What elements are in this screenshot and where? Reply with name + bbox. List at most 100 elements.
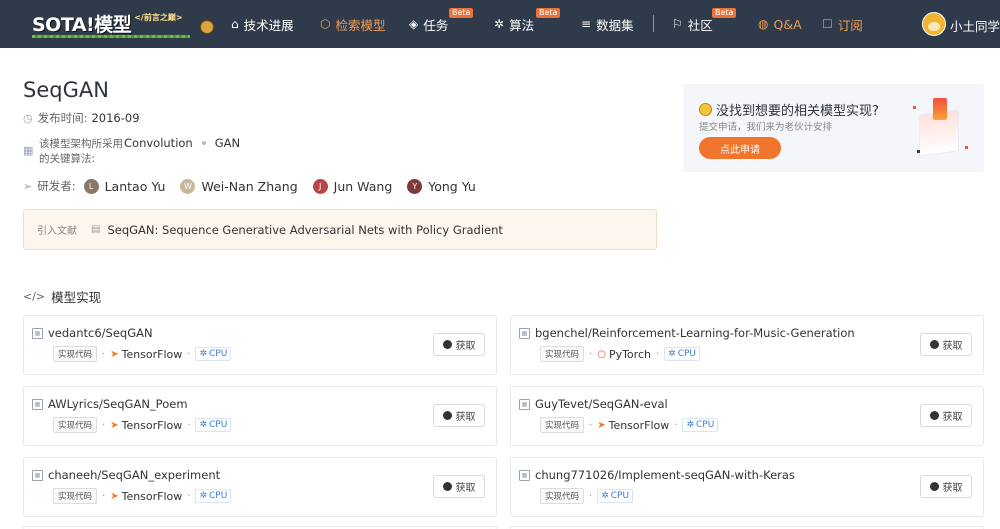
shield-icon: ◍: [758, 17, 769, 31]
framework: ➤ TensorFlow: [597, 419, 669, 432]
logo-tagline: </前言之巅>: [134, 12, 183, 22]
get-label: 获取: [942, 341, 963, 352]
algo-tags: Convolution GAN: [124, 136, 240, 150]
citation-link[interactable]: SeqGAN: Sequence Generative Adversarial …: [107, 223, 502, 237]
authors-row: ➢ 研发者: L Lantao Yu W Wei-Nan Zhang J Jun…: [23, 178, 491, 194]
github-icon: [929, 411, 939, 420]
repo-card[interactable]: ▦ GuyTevet/SeqGAN-eval 实现代码 · ➤ TensorFlo…: [510, 386, 984, 446]
get-button[interactable]: 获取: [920, 333, 972, 356]
nav-tech-progress[interactable]: ⌂ 技术进展: [231, 15, 294, 33]
logo-text: SOTA!模型: [32, 13, 132, 36]
framework: ○ PyTorch: [597, 348, 651, 361]
cpu-label: CPU: [209, 349, 228, 359]
author[interactable]: L Lantao Yu: [83, 178, 166, 194]
repo-name[interactable]: bgenchel/Reinforcement-Learning-for-Musi…: [535, 326, 855, 340]
beta-badge: Beta: [449, 8, 474, 18]
framework: ➤ TensorFlow: [110, 419, 182, 432]
nav-algorithms[interactable]: ✲ 算法 Beta: [494, 8, 561, 33]
repo-name[interactable]: vedantc6/SeqGAN: [48, 326, 153, 340]
spark-decoration: [917, 150, 920, 153]
repo-card[interactable]: ▦ bgenchel/Reinforcement-Learning-for-Mu…: [510, 315, 984, 375]
page-title: SeqGAN: [23, 78, 109, 102]
algo-label: 该模型架构所采用的关键算法:: [39, 138, 123, 165]
chip-icon: ✲: [668, 349, 676, 359]
separator-dot: ·: [187, 419, 191, 431]
author-name: Yong Yu: [428, 178, 476, 194]
author[interactable]: Y Yong Yu: [407, 178, 476, 194]
code-chip: 实现代码: [53, 488, 98, 504]
nav-label: 检索模型: [335, 17, 386, 33]
nav-label: 任务: [423, 17, 449, 33]
repo-card[interactable]: ▦ AWLyrics/SeqGAN_Poem 实现代码 · ➤ TensorFlo…: [23, 386, 497, 446]
chip-icon: ✲: [601, 491, 609, 501]
nav-label: 技术进展: [243, 17, 294, 33]
nav-qa[interactable]: ◍ Q&A: [758, 15, 802, 33]
nav-subscribe[interactable]: ☐ 订阅: [822, 15, 863, 33]
algo-tag[interactable]: Convolution: [124, 136, 193, 150]
nav-search-models[interactable]: ⬡ 检索模型: [320, 15, 386, 33]
cpu-badge: ✲ CPU: [195, 418, 232, 432]
algo-tag[interactable]: GAN: [215, 136, 240, 150]
tensorflow-icon: ➤: [597, 419, 606, 431]
repo-name[interactable]: chung771026/Implement-seqGAN-with-Keras: [535, 468, 795, 482]
get-button[interactable]: 获取: [433, 404, 485, 427]
repo-name[interactable]: AWLyrics/SeqGAN_Poem: [48, 397, 188, 411]
section-title-text: 模型实现: [51, 290, 102, 305]
nav-community[interactable]: ⚐ 社区 Beta: [672, 8, 737, 33]
grid-icon: ▦: [23, 144, 34, 157]
framework-label: PyTorch: [608, 347, 651, 361]
chip-icon: ✲: [199, 491, 208, 501]
promo-subtitle: 提交申请，我们来为老伙计安排: [699, 122, 833, 133]
beta-badge: Beta: [536, 8, 561, 18]
apply-button[interactable]: 点此申请: [699, 137, 781, 159]
user-avatar[interactable]: [922, 12, 946, 36]
author[interactable]: W Wei-Nan Zhang: [180, 178, 298, 194]
framework-label: TensorFlow: [121, 347, 183, 361]
repo-card[interactable]: ▦ vedantc6/SeqGAN 实现代码 · ➤ TensorFlow · ✲…: [23, 315, 497, 375]
chip-icon: ✲: [199, 420, 208, 430]
repo-meta: 实现代码 · ➤ TensorFlow · ✲ CPU: [53, 488, 232, 504]
separator-dot: ·: [102, 348, 106, 360]
github-icon: [442, 340, 452, 349]
nav-tasks[interactable]: ◈ 任务 Beta: [409, 8, 474, 33]
repo-meta: 实现代码 · ✲ CPU: [540, 488, 634, 504]
framework: ➤ TensorFlow: [110, 490, 182, 503]
repo-name[interactable]: chaneeh/SeqGAN_experiment: [48, 468, 220, 482]
get-label: 获取: [942, 412, 963, 423]
clock-icon: ◷: [23, 111, 33, 125]
get-button[interactable]: 获取: [920, 475, 972, 498]
cpu-badge: ✲ CPU: [682, 418, 719, 432]
spark-decoration: [965, 146, 968, 149]
repo-card[interactable]: ▦ chaneeh/SeqGAN_experiment 实现代码 · ➤ Tens…: [23, 457, 497, 517]
release-date-row: ◷ 发布时间: 2016-09: [23, 110, 140, 126]
code-icon: </>: [23, 290, 46, 303]
author-avatar: Y: [407, 178, 423, 194]
site-logo[interactable]: SOTA!模型 </前言之巅>: [32, 8, 214, 38]
github-icon: [929, 340, 939, 349]
repo-card[interactable]: ▦ chung771026/Implement-seqGAN-with-Kera…: [510, 457, 984, 517]
repo-meta: 实现代码 · ➤ TensorFlow · ✲ CPU: [53, 417, 232, 433]
tensorflow-icon: ➤: [110, 348, 119, 360]
separator-dot: ·: [589, 419, 593, 431]
framework-label: TensorFlow: [121, 489, 183, 503]
nav-datasets[interactable]: ≡ 数据集: [581, 15, 634, 33]
get-label: 获取: [455, 412, 476, 423]
repo-meta: 实现代码 · ➤ TensorFlow · ✲ CPU: [540, 417, 719, 433]
repo-name-row: ▦ bgenchel/Reinforcement-Learning-for-Mu…: [519, 326, 855, 340]
get-button[interactable]: 获取: [433, 475, 485, 498]
repo-name[interactable]: GuyTevet/SeqGAN-eval: [535, 397, 668, 411]
get-button[interactable]: 获取: [920, 404, 972, 427]
github-icon: [442, 411, 452, 420]
author-name: Lantao Yu: [104, 178, 166, 194]
nav-divider: [653, 15, 654, 32]
github-icon: [442, 482, 452, 491]
get-label: 获取: [942, 483, 963, 494]
spark-decoration: [913, 106, 916, 109]
code-chip: 实现代码: [540, 346, 585, 362]
get-button[interactable]: 获取: [433, 333, 485, 356]
repo-name-row: ▦ GuyTevet/SeqGAN-eval: [519, 397, 668, 411]
repo-icon: ▦: [519, 327, 530, 339]
cpu-label: CPU: [209, 491, 228, 501]
user-name[interactable]: 小土同学: [950, 16, 1000, 35]
author[interactable]: J Jun Wang: [312, 178, 392, 194]
